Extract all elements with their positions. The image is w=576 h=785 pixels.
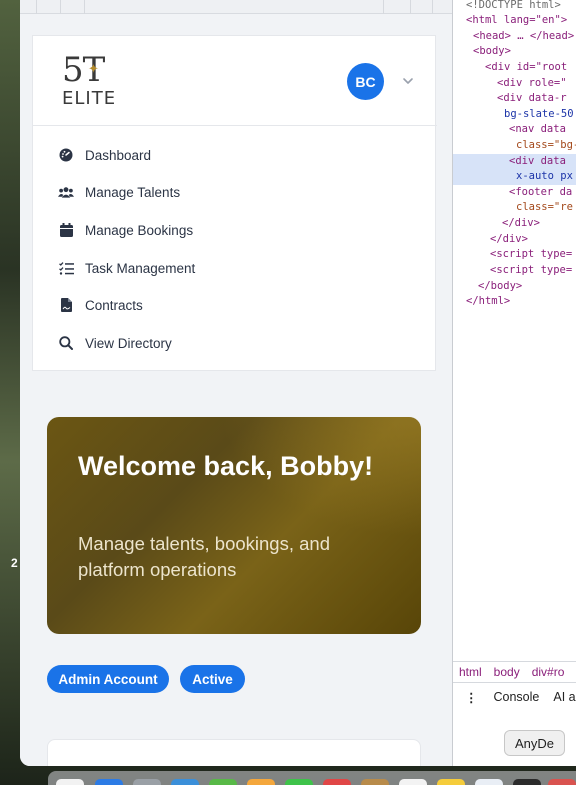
menu-item-label: Manage Bookings [85,222,194,238]
terminal-icon[interactable] [513,779,541,785]
tab-console[interactable]: Console [494,690,540,704]
browser-window: 5T ✦ ELITE BC Dashboard Manage Talents M… [20,0,576,766]
logo-wordmark: ELITE [62,88,117,109]
app-icon[interactable] [209,779,237,785]
devtools-panel[interactable]: <!DOCTYPE html> <html lang="en"> <head> … [452,0,576,766]
code-line[interactable]: </html> [466,294,510,310]
strip-divider [60,0,61,14]
nav-header: 5T ✦ ELITE BC [33,36,437,126]
code-line[interactable]: <head> … </head> [473,29,574,45]
menu-item-manage-talents[interactable]: Manage Talents [33,177,437,207]
users-icon [58,184,74,200]
user-avatar[interactable]: BC [347,63,384,100]
code-line[interactable]: class="re [516,200,573,216]
strip-divider [36,0,37,14]
desktop-wallpaper-edge [0,0,20,770]
dom-breadcrumb: html body div#ro [453,661,576,683]
desktop-label: 2 [11,556,18,570]
code-line[interactable]: bg-slate-50 [504,107,574,123]
menu-item-label: Contracts [85,297,143,313]
strip-divider [383,0,384,14]
strip-divider [410,0,411,14]
elements-tree[interactable]: <!DOCTYPE html> <html lang="en"> <head> … [453,0,576,359]
code-line[interactable]: </div> [502,216,540,232]
gauge-icon [58,147,74,163]
code-line[interactable]: <body> [473,44,511,60]
menu-item-label: Task Management [85,260,196,276]
app-icon[interactable] [548,779,576,785]
page-viewport[interactable]: 5T ✦ ELITE BC Dashboard Manage Talents M… [20,0,452,766]
notes-icon[interactable] [437,779,465,785]
calendar-icon [58,222,74,238]
checklist-icon [58,260,74,276]
code-line[interactable]: <div data-r [497,91,567,107]
tab-ai-assistance[interactable]: AI a [553,690,575,704]
logo-star-icon: ✦ [88,61,99,76]
app-icon[interactable] [399,779,427,785]
breadcrumb-item[interactable]: body [494,665,520,679]
welcome-banner: Welcome back, Bobby! Manage talents, boo… [47,417,421,634]
tooltip: AnyDe [504,730,566,756]
welcome-subtitle: Manage talents, bookings, and platform o… [78,533,330,580]
chevron-down-icon[interactable] [401,74,415,88]
breadcrumb-item[interactable]: html [459,665,482,679]
menu-item-contracts[interactable]: Contracts [33,290,437,320]
code-line[interactable]: <div id="root [485,60,567,76]
menu-item-label: View Directory [85,335,172,351]
code-line[interactable]: <html lang="en"> [466,13,567,29]
navigation-card: 5T ✦ ELITE BC Dashboard Manage Talents M… [32,35,437,371]
more-options-icon[interactable]: ⋮ [465,690,478,705]
status-badge: Active [180,665,245,693]
menu-item-dashboard[interactable]: Dashboard [33,140,437,170]
code-line[interactable]: <div role=" [497,76,567,92]
app-icon[interactable] [247,779,275,785]
menu-item-manage-bookings[interactable]: Manage Bookings [33,215,437,245]
app-icon[interactable] [95,779,123,785]
app-icon[interactable] [361,779,389,785]
menu-item-task-management[interactable]: Task Management [33,253,437,283]
app-icon[interactable] [475,779,503,785]
code-line[interactable]: <footer da [509,185,572,201]
breadcrumb-item[interactable]: div#ro [532,665,565,679]
finder-icon[interactable] [56,779,84,785]
menu-item-view-directory[interactable]: View Directory [33,328,437,358]
drawer-tabs: ⋮ Console AI a [453,684,576,710]
strip-divider [432,0,433,14]
menu-item-label: Dashboard [85,147,152,163]
safari-icon[interactable] [171,779,199,785]
search-icon [58,335,74,351]
code-line[interactable]: <script type= [490,247,572,263]
document-icon [58,297,74,313]
code-line[interactable]: class="bg- [516,138,576,154]
welcome-title: Welcome back, Bobby! [78,451,374,481]
code-line[interactable]: <script type= [490,263,572,279]
menu-item-label: Manage Talents [85,184,181,200]
app-icon[interactable] [133,779,161,785]
messages-icon[interactable] [285,779,313,785]
brand-logo[interactable]: 5T ✦ ELITE [62,50,124,110]
strip-divider [84,0,85,14]
calendar-app-icon[interactable] [323,779,351,785]
code-line[interactable]: </body> [478,279,522,295]
code-line[interactable]: </div> [490,232,528,248]
admin-account-badge: Admin Account [47,665,169,693]
code-line[interactable]: <nav data [509,122,566,138]
code-line[interactable]: <div data [509,154,566,170]
code-line[interactable]: <!DOCTYPE html> [466,0,561,14]
content-card [47,739,421,766]
top-strip [20,0,452,14]
code-line[interactable]: x-auto px [516,169,573,185]
